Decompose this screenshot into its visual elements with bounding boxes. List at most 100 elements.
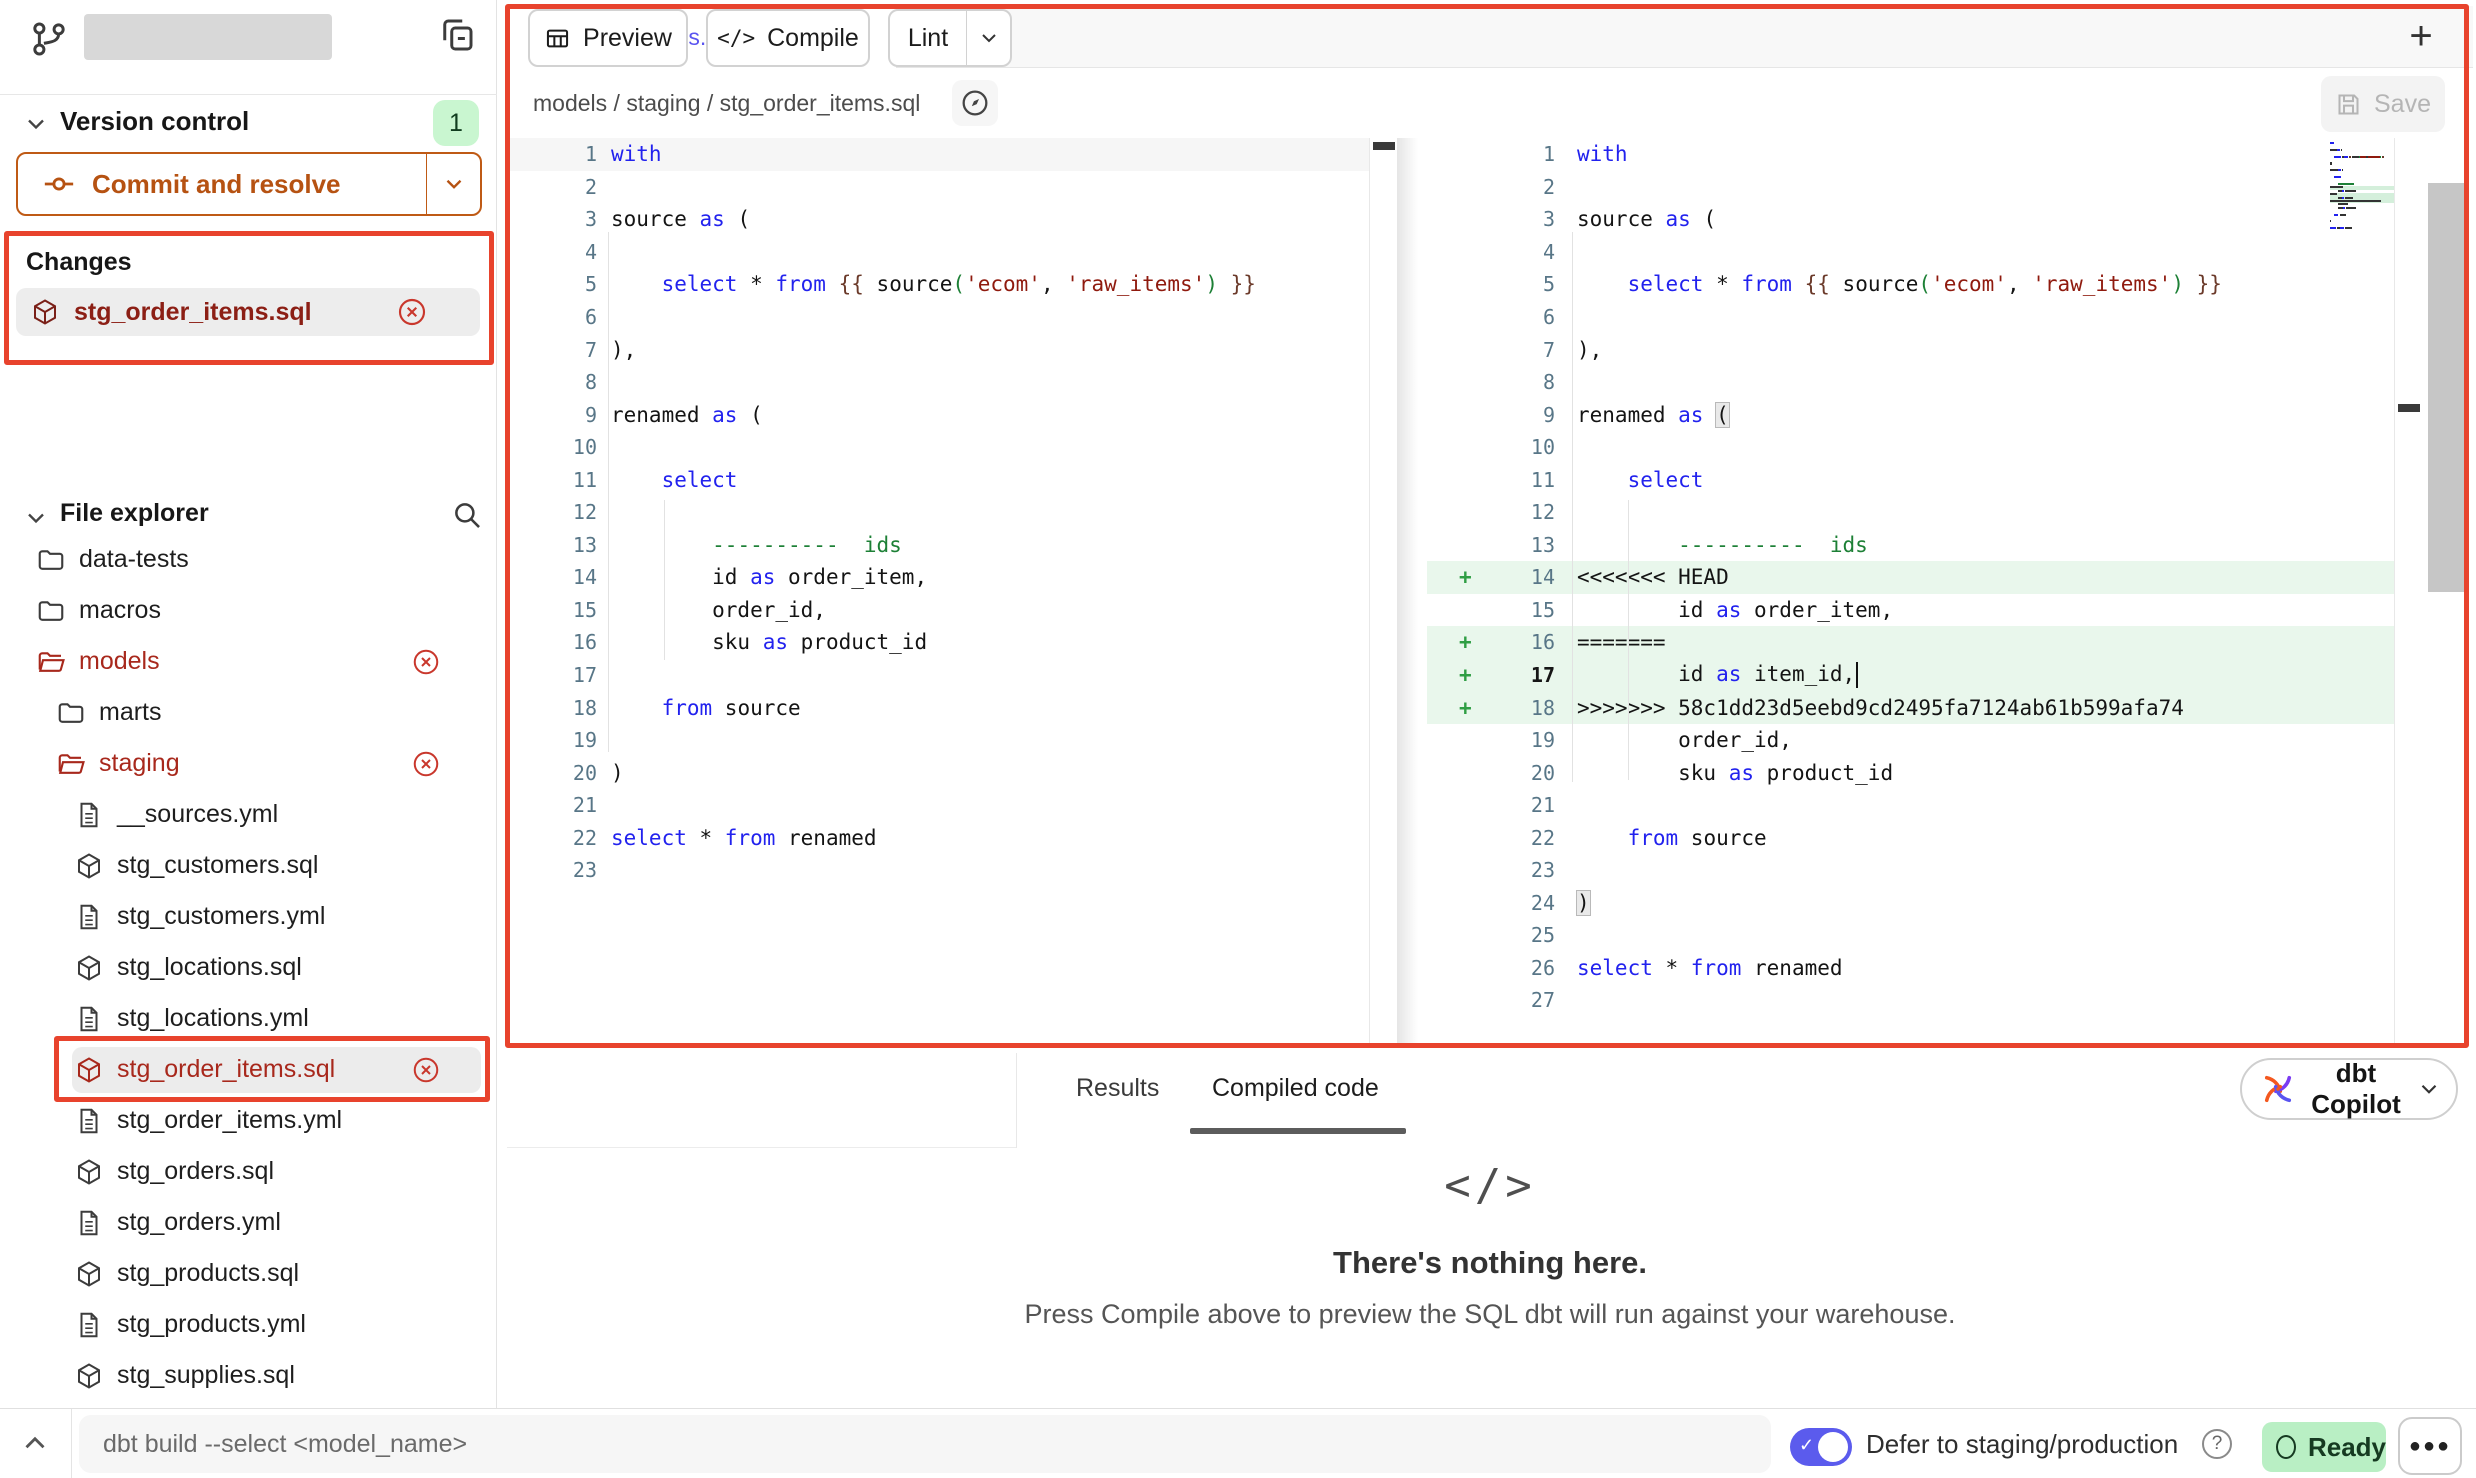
preview-label: Preview bbox=[583, 24, 672, 53]
copy-files-icon[interactable] bbox=[436, 14, 478, 56]
explorer-item-label: stg_order_items.yml bbox=[117, 1106, 342, 1135]
divider bbox=[71, 1409, 72, 1478]
doc-icon bbox=[74, 1208, 104, 1238]
file-explorer-header[interactable]: File explorer bbox=[60, 499, 209, 528]
indent-guide bbox=[1572, 232, 1573, 782]
commit-label: Commit and resolve bbox=[92, 169, 341, 200]
code-line: 21 bbox=[1427, 789, 2394, 822]
outer-scrollbar-thumb[interactable] bbox=[2428, 183, 2466, 592]
code-line: 19 bbox=[507, 724, 1369, 757]
defer-toggle[interactable]: ✓ bbox=[1790, 1428, 1852, 1466]
text-cursor bbox=[1856, 662, 1858, 688]
doc-icon bbox=[74, 1106, 104, 1136]
discard-change-icon[interactable] bbox=[411, 647, 441, 677]
explorer-item-stg_locations.yml[interactable]: stg_locations.yml bbox=[0, 993, 497, 1044]
explorer-item-staging[interactable]: staging bbox=[0, 738, 497, 789]
explorer-item-label: data-tests bbox=[79, 545, 189, 574]
defer-label: Defer to staging/production bbox=[1866, 1409, 2178, 1478]
chevron-down-icon bbox=[2416, 1076, 2442, 1102]
explorer-item-models[interactable]: models bbox=[0, 636, 497, 687]
commit-dropdown-caret[interactable] bbox=[426, 154, 480, 214]
explorer-item-stg_products.sql[interactable]: stg_products.sql bbox=[0, 1248, 497, 1299]
ready-status-badge[interactable]: Ready bbox=[2262, 1422, 2386, 1472]
more-options-button[interactable]: ●●● bbox=[2398, 1417, 2462, 1475]
commit-and-resolve-button[interactable]: Commit and resolve bbox=[16, 152, 482, 216]
dbt-ide-app: Version control 1 Commit and resolve Cha… bbox=[0, 0, 2476, 1478]
discard-change-icon[interactable] bbox=[411, 1055, 441, 1085]
explorer-item-__sources.yml[interactable]: __sources.yml bbox=[0, 789, 497, 840]
code-line: 2 bbox=[1427, 171, 2394, 204]
dbt-copilot-label: dbt Copilot bbox=[2308, 1058, 2404, 1120]
folder-icon bbox=[36, 545, 66, 575]
code-line: 16 sku as product_id bbox=[507, 626, 1369, 659]
code-line: 7), bbox=[507, 333, 1369, 366]
git-branch-icon[interactable] bbox=[28, 18, 70, 60]
explorer-item-marts[interactable]: marts bbox=[0, 687, 497, 738]
explorer-item-label: stg_customers.sql bbox=[117, 851, 318, 880]
explorer-item-label: models bbox=[79, 647, 160, 676]
explorer-item-stg_customers.yml[interactable]: stg_customers.yml bbox=[0, 891, 497, 942]
code-line: 22select * from renamed bbox=[507, 821, 1369, 854]
tab-compiled-code[interactable]: Compiled code bbox=[1212, 1053, 1379, 1123]
right-pane-scrollbar[interactable] bbox=[2394, 138, 2422, 1046]
code-line: 13 ---------- ids bbox=[507, 529, 1369, 562]
code-line: 5 select * from {{ source('ecom', 'raw_i… bbox=[507, 268, 1369, 301]
action-button-bar bbox=[507, 1053, 1016, 1148]
indent-guide bbox=[608, 232, 609, 752]
explorer-item-stg_customers.sql[interactable]: stg_customers.sql bbox=[0, 840, 497, 891]
lineage-compass-icon[interactable] bbox=[952, 80, 998, 126]
explorer-item-stg_orders.sql[interactable]: stg_orders.sql bbox=[0, 1146, 497, 1197]
pane-divider bbox=[1397, 138, 1427, 1046]
explorer-item-stg_locations.sql[interactable]: stg_locations.sql bbox=[0, 942, 497, 993]
lint-dropdown-caret[interactable] bbox=[966, 11, 1010, 65]
compile-button[interactable]: </> Compile bbox=[706, 9, 870, 67]
search-icon[interactable] bbox=[450, 498, 484, 532]
discard-change-icon[interactable] bbox=[396, 296, 428, 328]
model-icon bbox=[74, 1157, 104, 1187]
doc-icon bbox=[74, 902, 104, 932]
explorer-item-stg_order_items.sql[interactable]: stg_order_items.sql bbox=[0, 1044, 497, 1095]
file-explorer-tree[interactable]: data-tests macros models martsstaging__sour… bbox=[0, 534, 497, 1408]
command-input[interactable] bbox=[79, 1415, 1771, 1473]
lint-label: Lint bbox=[890, 24, 966, 53]
doc-icon bbox=[74, 1310, 104, 1340]
code-editor-left[interactable]: 1with23source as (45 select * from {{ so… bbox=[507, 138, 1369, 1046]
explorer-item-macros[interactable]: macros bbox=[0, 585, 497, 636]
model-icon bbox=[74, 1259, 104, 1289]
version-control-badge: 1 bbox=[433, 100, 479, 146]
model-icon bbox=[74, 851, 104, 881]
table-icon bbox=[544, 25, 571, 52]
minimap[interactable] bbox=[2330, 142, 2394, 234]
explorer-item-stg_order_items.yml[interactable]: stg_order_items.yml bbox=[0, 1095, 497, 1146]
code-icon: </> bbox=[717, 26, 755, 50]
explorer-item-stg_orders.yml[interactable]: stg_orders.yml bbox=[0, 1197, 497, 1248]
version-control-header[interactable]: Version control bbox=[60, 106, 249, 137]
model-icon bbox=[74, 1055, 104, 1085]
empty-state-title: There's nothing here. bbox=[507, 1245, 2473, 1281]
code-line: 9renamed as ( bbox=[507, 398, 1369, 431]
new-tab-button[interactable]: + bbox=[2397, 12, 2445, 60]
dbt-copilot-button[interactable]: dbt Copilot bbox=[2240, 1058, 2458, 1120]
lint-button[interactable]: Lint bbox=[888, 9, 1012, 67]
explorer-item-stg_products.yml[interactable]: stg_products.yml bbox=[0, 1299, 497, 1350]
explorer-item-label: stg_locations.yml bbox=[117, 1004, 309, 1033]
help-icon[interactable]: ? bbox=[2202, 1429, 2232, 1459]
tab-results[interactable]: Results bbox=[1076, 1053, 1159, 1123]
changed-file-row[interactable]: stg_order_items.sql bbox=[16, 288, 480, 336]
explorer-item-stg_supplies.sql[interactable]: stg_supplies.sql bbox=[0, 1350, 497, 1401]
discard-change-icon[interactable] bbox=[411, 749, 441, 779]
chevron-down-icon[interactable] bbox=[22, 110, 50, 138]
explorer-item-data-tests[interactable]: data-tests bbox=[0, 534, 497, 585]
changed-file-name: stg_order_items.sql bbox=[74, 298, 312, 327]
left-pane-scrollbar[interactable] bbox=[1369, 138, 1397, 1046]
divider bbox=[0, 94, 497, 95]
preview-button[interactable]: Preview bbox=[528, 9, 688, 67]
chevron-up-icon[interactable] bbox=[18, 1426, 54, 1462]
code-line: 26select * from renamed bbox=[1427, 952, 2394, 985]
chevron-down-icon[interactable] bbox=[22, 504, 50, 532]
folder-icon bbox=[56, 698, 86, 728]
explorer-item-label: stg_orders.yml bbox=[117, 1208, 281, 1237]
code-line: 22 from source bbox=[1427, 821, 2394, 854]
save-button[interactable]: Save bbox=[2321, 76, 2445, 132]
code-line: 23 bbox=[1427, 854, 2394, 887]
